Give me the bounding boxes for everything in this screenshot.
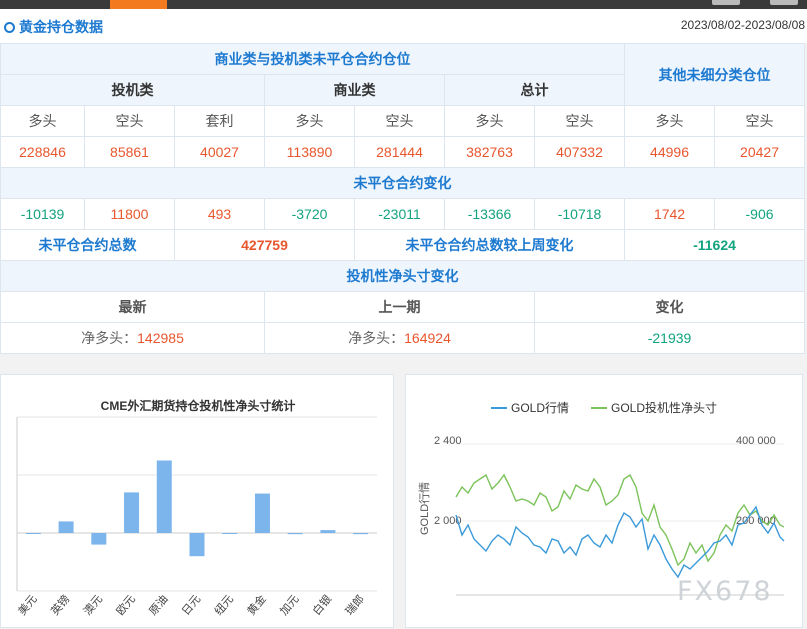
bar-澳元[interactable] — [91, 533, 107, 545]
section-title: 黄金持仓数据 — [4, 17, 103, 37]
change-cell: -10718 — [533, 198, 626, 230]
col-short: 空头 — [84, 105, 175, 137]
change-cell: -10139 — [0, 198, 85, 230]
comm-header: 商业类 — [264, 74, 445, 106]
x-tick-label: 澳元 — [81, 593, 105, 618]
section-title-text: 黄金持仓数据 — [19, 19, 103, 35]
section-header: 黄金持仓数据 2023/08/02-2023/08/08 — [0, 9, 807, 43]
gold-price-series — [455, 505, 785, 579]
position-cell: 382763 — [444, 136, 535, 168]
x-tick-label: 黄金 — [244, 592, 269, 618]
position-cell: 40027 — [174, 136, 265, 168]
oi-change-label: 未平仓合约总数较上周变化 — [353, 229, 626, 261]
change-title: 未平仓合约变化 — [0, 167, 806, 199]
net-change-value: -21939 — [533, 322, 806, 354]
position-cell: 228846 — [0, 136, 85, 168]
oi-change-value: -11624 — [624, 229, 806, 261]
change-cell: 11800 — [84, 198, 175, 230]
prev-net-cell: 净多头：164924 — [264, 322, 535, 354]
col-long: 多头 — [0, 105, 85, 137]
group-header: 商业类与投机类未平仓合约仓位 — [0, 43, 626, 75]
x-tick-label: 加元 — [277, 593, 301, 618]
prev-net-value: 164924 — [404, 330, 451, 346]
top-nav-bar — [0, 0, 807, 9]
nav-button[interactable] — [770, 0, 798, 5]
latest-header: 最新 — [0, 291, 265, 323]
x-tick-label: 纽元 — [211, 592, 236, 618]
oi-total-label: 未平仓合约总数 — [0, 229, 175, 261]
cme-net-position-chart-panel: CME外汇期货持仓投机性净头寸统计 美元 英镑 澳元 欧元 原油 日元 纽元 黄金 加元 白银 瑞郎 — [0, 374, 394, 628]
bar-纽元[interactable] — [222, 533, 238, 534]
change-cell: 1742 — [624, 198, 716, 230]
bar-chart: 美元 英镑 澳元 欧元 原油 日元 纽元 黄金 加元 白银 瑞郎 — [16, 416, 377, 618]
net-title: 投机性净头寸变化 — [0, 260, 806, 292]
change-cell: -13366 — [444, 198, 535, 230]
net-prefix: 净多头： — [348, 330, 405, 346]
bar-日元[interactable] — [189, 533, 205, 557]
spec-header: 投机类 — [0, 74, 265, 106]
active-tab-indicator[interactable] — [110, 0, 167, 9]
latest-net-value: 142985 — [137, 330, 184, 346]
col-long: 多头 — [624, 105, 716, 137]
position-cell: 407332 — [533, 136, 626, 168]
bar-欧元[interactable] — [124, 492, 140, 533]
position-cell: 113890 — [264, 136, 355, 168]
left-axis-title: GOLD行情 — [418, 482, 431, 535]
change-cell: 493 — [174, 198, 265, 230]
x-tick-label: 欧元 — [114, 593, 138, 618]
col-short: 空头 — [533, 105, 626, 137]
bar-黄金[interactable] — [254, 493, 270, 533]
watermark: FX678 — [677, 576, 773, 607]
change-cell: -3720 — [264, 198, 355, 230]
date-range: 2023/08/02-2023/08/08 — [680, 18, 805, 32]
bar-英镑[interactable] — [58, 521, 74, 533]
latest-net-cell: 净多头：142985 — [0, 322, 265, 354]
position-cell: 85861 — [84, 136, 175, 168]
x-tick-label: 原油 — [146, 592, 171, 618]
bar-原油[interactable] — [156, 460, 172, 534]
x-tick-label: 英镑 — [48, 592, 73, 618]
change-header: 变化 — [533, 291, 806, 323]
x-tick-label: 白银 — [309, 592, 334, 618]
nav-button[interactable] — [712, 0, 740, 5]
oi-total-value: 427759 — [174, 229, 355, 261]
prev-header: 上一期 — [264, 291, 535, 323]
bar-加元[interactable] — [287, 533, 303, 535]
legend-gold-position[interactable]: GOLD投机性净头寸 — [611, 400, 717, 415]
total-header: 总计 — [443, 74, 626, 106]
legend-gold-price[interactable]: GOLD行情 — [511, 401, 569, 415]
col-short: 空头 — [714, 105, 806, 137]
change-cell: -23011 — [354, 198, 445, 230]
gold-positions-table: 商业类与投机类未平仓合约仓位 其他未细分类仓位 投机类 商业类 总计 多头 空头… — [0, 43, 806, 354]
x-tick-label: 日元 — [180, 593, 203, 618]
col-long: 多头 — [264, 105, 355, 137]
position-cell: 20427 — [714, 136, 806, 168]
change-cell: -906 — [714, 198, 806, 230]
left-tick: 2 400 — [434, 435, 462, 447]
col-spread: 套利 — [174, 105, 265, 137]
right-tick: 400 000 — [736, 435, 776, 447]
other-header: 其他未细分类仓位 — [624, 43, 806, 106]
bar-瑞郎[interactable] — [353, 533, 369, 535]
col-long: 多头 — [444, 105, 535, 137]
net-prefix: 净多头： — [81, 330, 138, 346]
position-cell: 44996 — [624, 136, 716, 168]
bar-白银[interactable] — [320, 530, 336, 533]
circle-icon — [4, 21, 15, 33]
x-tick-label: 美元 — [16, 593, 40, 618]
position-cell: 281444 — [354, 136, 445, 168]
x-tick-label: 瑞郎 — [342, 592, 367, 618]
bar-美元[interactable] — [25, 533, 41, 534]
col-short: 空头 — [354, 105, 445, 137]
